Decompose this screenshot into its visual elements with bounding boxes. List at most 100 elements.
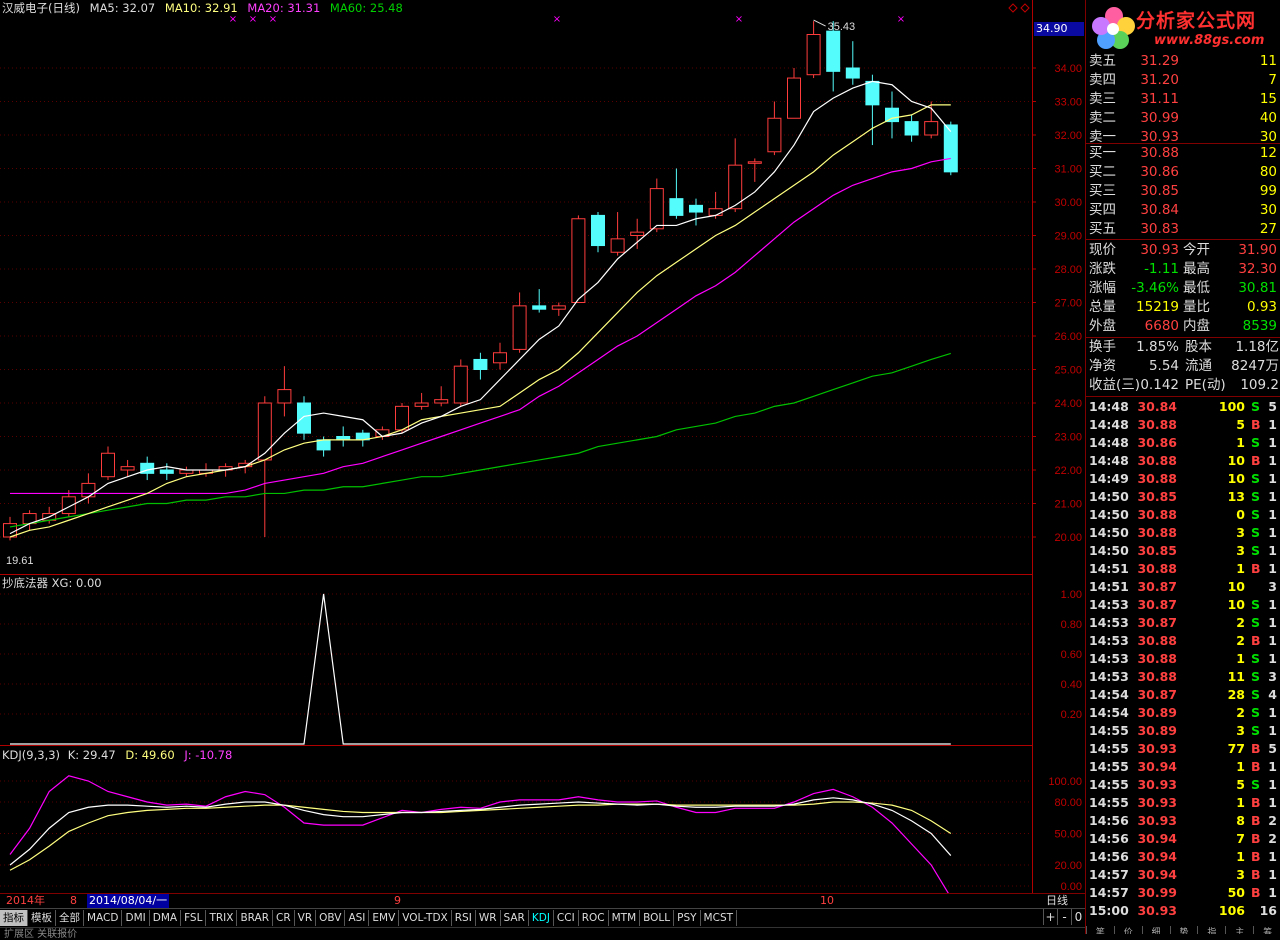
tick-row[interactable]: 14:50 30.85 3 S 1 [1089,542,1279,560]
tick-row[interactable]: 14:56 30.93 8 B 2 [1089,812,1279,830]
stat-row[interactable]: 换手 1.85% 股本 1.18亿 [1089,338,1279,357]
panel-tab[interactable]: 笔 [1086,926,1114,934]
indicator-tab[interactable]: ASI [345,909,370,926]
tick-row[interactable]: 14:57 30.94 3 B 1 [1089,866,1279,884]
ma5-value: MA5: 32.07 [89,1,156,15]
signal-marker: × [269,14,277,25]
sell-row[interactable]: 卖二 30.99 40 [1089,109,1278,128]
tick-row[interactable]: 15:00 30.93 106 16 [1089,902,1279,920]
logo-text: 分析家公式网 [1136,10,1257,32]
stat-row[interactable]: 涨跌 -1.11 最高 32.30 [1089,260,1278,279]
buy-row[interactable]: 买四 30.84 30 [1089,201,1278,220]
indicator-tab[interactable]: CCI [554,909,579,926]
indicator-tab[interactable]: BRAR [237,909,273,926]
tick-row[interactable]: 14:50 30.88 0 S 1 [1089,506,1279,524]
indicator-tab[interactable]: BOLL [640,909,675,926]
tick-row[interactable]: 14:51 30.88 1 B 1 [1089,560,1279,578]
indicator-tab[interactable]: VOL-TDX [399,909,452,926]
tick-row[interactable]: 14:53 30.88 11 S 3 [1089,668,1279,686]
tick-row[interactable]: 14:57 30.99 50 B 1 [1089,884,1279,902]
tick-row[interactable]: 14:55 30.94 1 B 1 [1089,758,1279,776]
tick-row[interactable]: 14:48 30.84 100 S 5 [1089,398,1279,416]
tick-count: 1 [1268,777,1277,792]
candle-body [159,469,174,474]
sell-volume: 7 [1268,72,1277,88]
indicator-tab[interactable]: 指标 [0,909,28,926]
buy-row[interactable]: 买三 30.85 99 [1089,182,1278,201]
indicator-tab[interactable]: VR [295,909,317,926]
date-scale[interactable]: 2014年 8 2014/08/04/一 9 10 日线 [0,893,1085,908]
signal-marker: × [897,14,905,25]
tick-row[interactable]: 14:49 30.88 10 S 1 [1089,470,1279,488]
indicator-tab[interactable]: SAR [501,909,529,926]
panel-tab[interactable]: 细 [1141,926,1170,934]
panel-tab[interactable]: 势 [1169,926,1198,934]
buy-price: 30.86 [1140,164,1179,180]
indicator-tab[interactable]: KDJ [529,909,554,926]
tick-row[interactable]: 14:50 30.85 13 S 1 [1089,488,1279,506]
indicator-tab[interactable]: RSI [452,909,476,926]
tick-row[interactable]: 14:56 30.94 7 B 2 [1089,830,1279,848]
buy-row[interactable]: 买一 30.88 12 [1089,144,1278,163]
tick-row[interactable]: 14:53 30.88 1 S 1 [1089,650,1279,668]
indicator-tab[interactable]: FSL [181,909,207,926]
period-label[interactable]: 日线 [1046,894,1068,908]
tick-row[interactable]: 14:53 30.87 2 S 1 [1089,614,1279,632]
tick-row[interactable]: 14:48 30.88 5 B 1 [1089,416,1279,434]
tick-row[interactable]: 14:55 30.93 1 B 1 [1089,794,1279,812]
stat-row[interactable]: 净资 5.54 流通 8247万 [1089,357,1279,376]
tick-row[interactable]: 14:56 30.94 1 B 1 [1089,848,1279,866]
indicator-tab[interactable]: DMA [150,909,182,926]
indicator-tab[interactable]: 模板 [28,909,56,926]
indicator-tab[interactable]: ROC [579,909,609,926]
indicator-tab[interactable]: EMV [369,909,400,926]
tick-row[interactable]: 14:48 30.88 10 B 1 [1089,452,1279,470]
stat-row[interactable]: 总量 15219 量比 0.93 [1089,298,1278,317]
sell-price: 31.11 [1140,91,1179,107]
tick-row[interactable]: 14:53 30.88 2 B 1 [1089,632,1279,650]
tab-control-button[interactable]: 0 [1071,909,1085,925]
indicator-tab[interactable]: MCST [701,909,738,926]
indicator-tab[interactable]: MACD [84,909,123,926]
stat-row[interactable]: 外盘 6680 内盘 8539 [1089,317,1278,336]
buy-row[interactable]: 买二 30.86 80 [1089,163,1278,182]
stat-row[interactable]: 涨幅 -3.46% 最低 30.81 [1089,279,1278,298]
indicator-tab[interactable]: PSY [674,909,701,926]
tick-row[interactable]: 14:55 30.89 3 S 1 [1089,722,1279,740]
tick-count: 2 [1268,813,1277,828]
tick-volume: 3 [1236,867,1245,882]
sell-price: 30.99 [1140,110,1179,126]
tab-control-button[interactable]: - [1057,909,1071,925]
buy-row[interactable]: 买五 30.83 27 [1089,220,1278,239]
chart-area[interactable]: 34.00 33.00 32.00 31.00 30.00 29.00 28.00 27.00… [0,0,1085,940]
indicator-tab[interactable]: MTM [609,909,641,926]
indicator-tab[interactable]: DMI [122,909,150,926]
tick-row[interactable]: 14:48 30.86 1 S 1 [1089,434,1279,452]
sell-row[interactable]: 卖三 31.11 15 [1089,90,1278,109]
tick-row[interactable]: 14:54 30.87 28 S 4 [1089,686,1279,704]
indicator-tab[interactable]: 全部 [56,909,84,926]
panel-tab[interactable]: 指 [1197,926,1225,934]
panel-tabs: 笔价细势指主筹 [1086,926,1280,934]
stat-row[interactable]: 现价 30.93 今开 31.90 [1089,241,1278,260]
indicator-tab[interactable]: CR [273,909,295,926]
tab-control-button[interactable]: + [1043,909,1057,925]
sell-row[interactable]: 卖四 31.20 7 [1089,71,1278,90]
tick-row[interactable]: 14:50 30.88 3 S 1 [1089,524,1279,542]
tick-row[interactable]: 14:53 30.87 10 S 1 [1089,596,1279,614]
tick-row[interactable]: 14:51 30.87 10 3 [1089,578,1279,596]
indicator-tab[interactable]: OBV [316,909,346,926]
stat-row[interactable]: 收益(三) 0.142 PE(动) 109.2 [1089,376,1279,395]
panel-tab[interactable]: 价 [1113,926,1142,934]
indicator-tab[interactable]: TRIX [206,909,238,926]
tick-volume: 7 [1236,831,1245,846]
indicator-tab[interactable]: WR [476,909,501,926]
panel-tab[interactable]: 筹 [1253,926,1280,934]
panel-tab[interactable]: 主 [1225,926,1253,934]
candle-body [532,305,547,310]
tick-row[interactable]: 14:55 30.93 77 B 5 [1089,740,1279,758]
sell-row[interactable]: 卖五 31.29 11 [1089,52,1278,71]
tick-row[interactable]: 14:55 30.93 5 S 1 [1089,776,1279,794]
extension-label[interactable]: 扩展区 关联报价 [4,925,77,940]
tick-row[interactable]: 14:54 30.89 2 S 1 [1089,704,1279,722]
